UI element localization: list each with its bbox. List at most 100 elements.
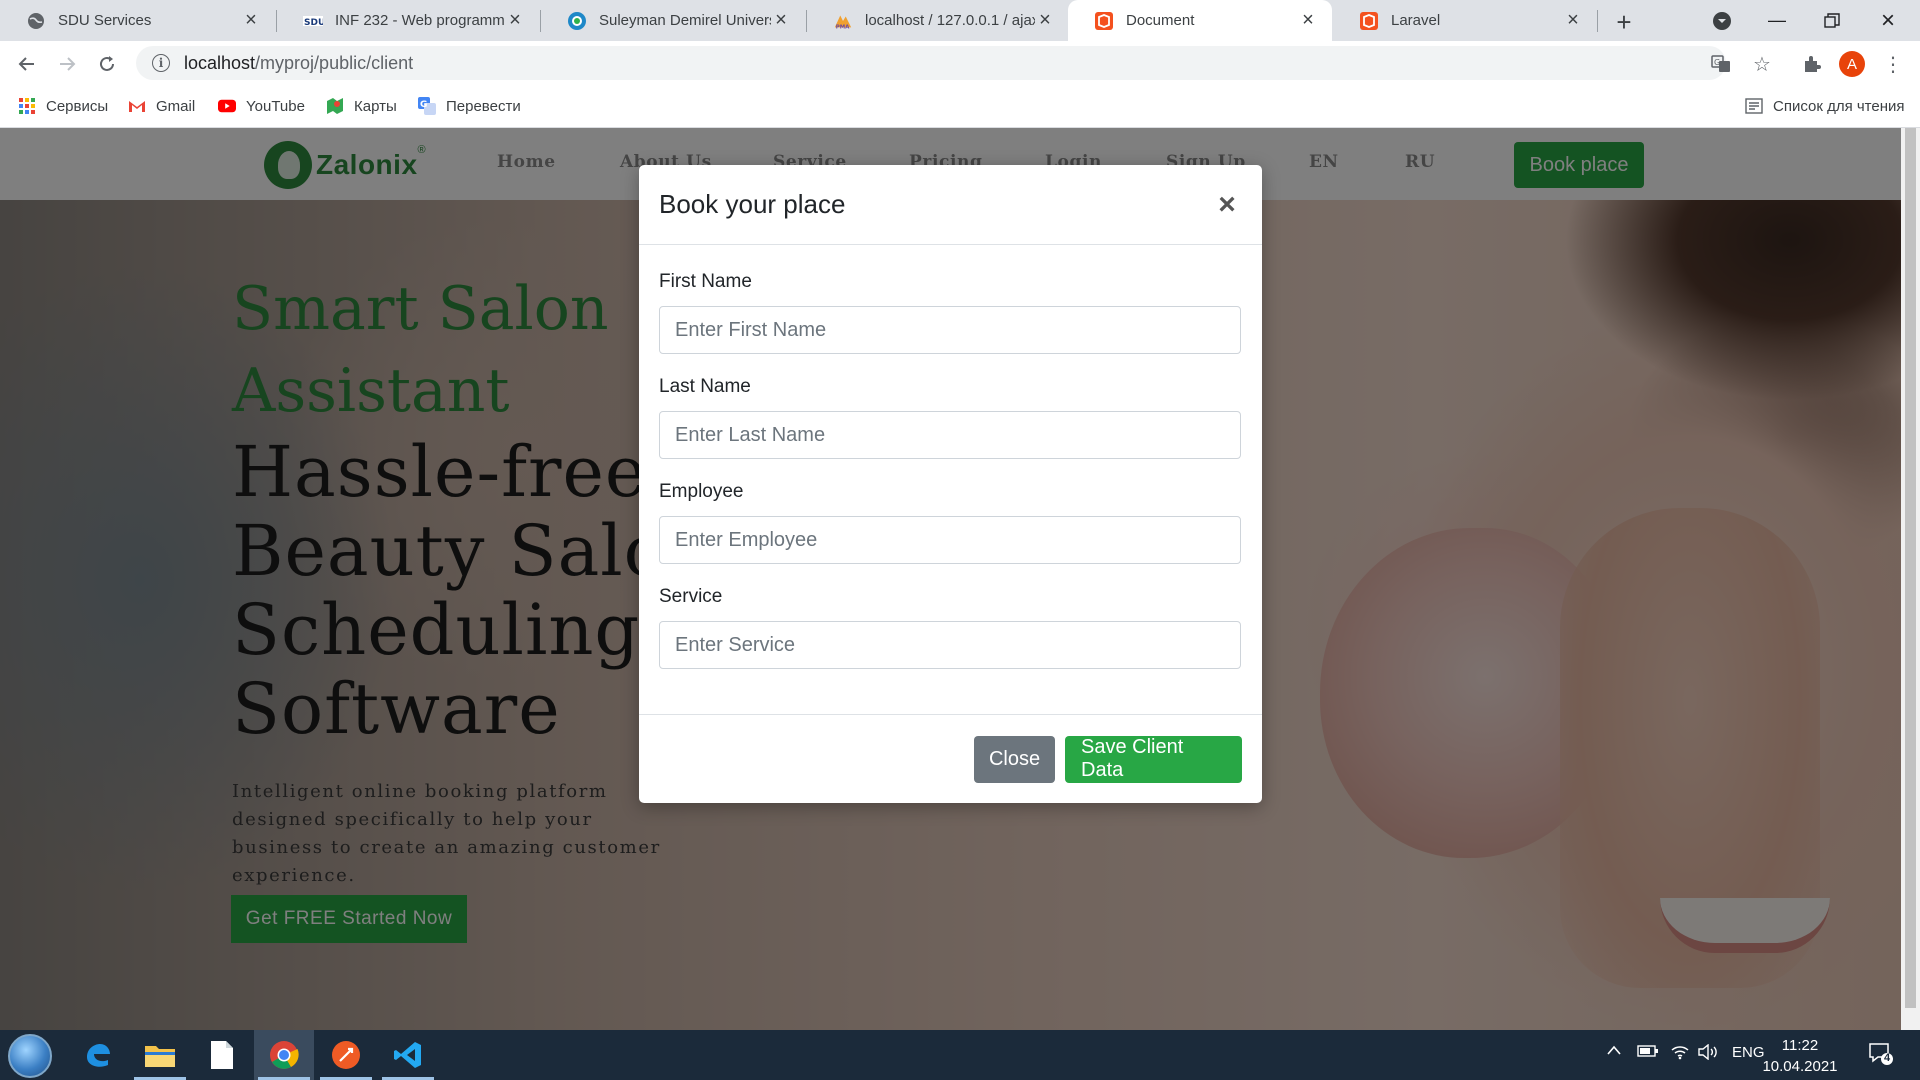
youtube-icon [218,97,236,115]
close-window-button[interactable]: × [1866,0,1910,41]
bookmark-services[interactable]: Сервисы [18,94,108,118]
translate-page-icon[interactable]: G [1707,50,1735,78]
browser-toolbar: i localhost/myproj/public/client G ☆ A ⋮ [0,41,1920,84]
tab-title: localhost / 127.0.0.1 / ajax / [865,12,1035,29]
wifi-icon[interactable] [1670,1044,1690,1060]
service-label: Service [659,586,723,607]
laravel-icon [1359,11,1379,31]
page-viewport: Zalonix ® Home About Us Service Pricing … [0,128,1920,1030]
save-client-data-button[interactable]: Save Client Data [1065,735,1242,783]
tab-title: INF 232 - Web programming [335,12,505,29]
file-explorer-icon[interactable] [130,1030,190,1080]
restore-button[interactable] [1810,0,1854,41]
site-info-icon[interactable]: i [152,54,170,72]
last-name-label: Last Name [659,376,751,397]
modal-header: Book your place × [639,165,1262,245]
phpmyadmin-icon: PMA [833,11,853,31]
tab-search-button[interactable] [1700,0,1744,41]
close-icon[interactable]: × [1035,9,1055,31]
profile-avatar[interactable]: A [1839,51,1865,77]
reload-button[interactable] [93,50,121,78]
close-button[interactable]: Close [974,735,1055,783]
modal-body: First Name Last Name Employee Service [639,245,1262,715]
scrollbar-thumb[interactable] [1905,128,1916,1008]
postman-icon[interactable] [316,1030,376,1080]
bookmark-gmail[interactable]: Gmail [128,94,195,118]
employee-input[interactable] [659,516,1241,564]
bookmark-label: Перевести [446,97,521,115]
url-host: localhost [184,52,256,73]
close-icon[interactable]: × [505,9,525,31]
tab-laravel[interactable]: Laravel × [1333,0,1597,41]
clock-date: 10.04.2021 [1762,1058,1838,1075]
apps-grid-icon [18,97,36,115]
battery-icon[interactable] [1637,1044,1659,1058]
vscode-icon[interactable] [378,1030,438,1080]
tray-expand-icon[interactable] [1606,1044,1622,1056]
start-button[interactable] [8,1034,52,1078]
modal-title: Book your place [659,189,846,219]
restore-icon [1824,12,1840,28]
bookmark-maps[interactable]: Карты [326,94,397,118]
svg-text:PMA: PMA [836,24,850,30]
gmail-icon [128,97,146,115]
svg-text:G: G [1714,58,1720,67]
bookmark-label: Карты [354,97,397,115]
first-name-input[interactable] [659,306,1241,354]
minimize-button[interactable]: — [1755,0,1799,41]
translate-icon: G [418,97,436,115]
bookmark-label: Сервисы [46,97,109,115]
close-icon[interactable]: × [771,9,791,31]
tab-title: Document [1126,12,1195,29]
globe-icon [26,11,46,31]
screen: SDU Services × SDU INF 232 - Web program… [0,0,1920,1080]
tab-inf232[interactable]: SDU INF 232 - Web programming × [277,0,539,41]
close-icon[interactable]: × [1212,188,1242,221]
system-clock[interactable]: 11:22 10.04.2021 [1760,1035,1840,1077]
forward-button[interactable] [53,50,81,78]
arrow-left-icon [18,57,34,71]
tab-title: SDU Services [58,12,152,29]
service-input[interactable] [659,621,1241,669]
reading-list-label: Список для чтения [1773,97,1905,115]
reading-list-icon [1745,97,1763,115]
tab-document[interactable]: Document × [1068,0,1332,41]
new-tab-button[interactable]: + [1610,7,1638,37]
bookmark-label: YouTube [246,97,305,115]
bookmark-star-icon[interactable]: ☆ [1748,50,1776,78]
reading-list[interactable]: Список для чтения [1745,94,1905,118]
close-icon[interactable]: × [1563,9,1583,31]
address-bar[interactable]: i localhost/myproj/public/client [136,46,1726,80]
tab-phpmyadmin[interactable]: PMA localhost / 127.0.0.1 / ajax / × [807,0,1069,41]
clock-time: 11:22 [1781,1037,1819,1054]
maps-icon [326,97,344,115]
svg-text:G: G [420,100,427,110]
page-scrollbar[interactable] [1901,128,1920,1030]
sdu-circle-icon [567,11,587,31]
extensions-icon[interactable] [1798,50,1826,78]
svg-text:SDU: SDU [304,18,323,28]
first-name-label: First Name [659,271,752,292]
back-button[interactable] [13,50,41,78]
chevron-down-icon [1713,11,1731,30]
menu-dots-icon[interactable]: ⋮ [1879,50,1907,78]
notification-count: 4 [1883,1052,1891,1064]
chrome-icon[interactable] [254,1030,314,1080]
browser-tab-strip: SDU Services × SDU INF 232 - Web program… [0,0,1920,41]
tab-title: Laravel [1391,12,1441,29]
bookmark-translate[interactable]: G Перевести [418,94,521,118]
bookmark-youtube[interactable]: YouTube [218,94,305,118]
bookmark-label: Gmail [156,97,196,115]
last-name-input[interactable] [659,411,1241,459]
windows-taskbar: ENG 11:22 10.04.2021 4 [0,1030,1920,1080]
edge-icon[interactable] [68,1030,128,1080]
laravel-icon [1094,11,1114,31]
notification-center-icon[interactable]: 4 [1868,1042,1894,1066]
tab-sdu-services[interactable]: SDU Services × [0,0,275,41]
notepad-icon[interactable] [192,1030,252,1080]
close-icon[interactable]: × [241,9,261,31]
close-icon[interactable]: × [1298,9,1318,31]
url-path: /myproj/public/client [255,52,414,73]
tab-sdu-university[interactable]: Suleyman Demirel University × [541,0,805,41]
volume-icon[interactable] [1697,1044,1719,1060]
